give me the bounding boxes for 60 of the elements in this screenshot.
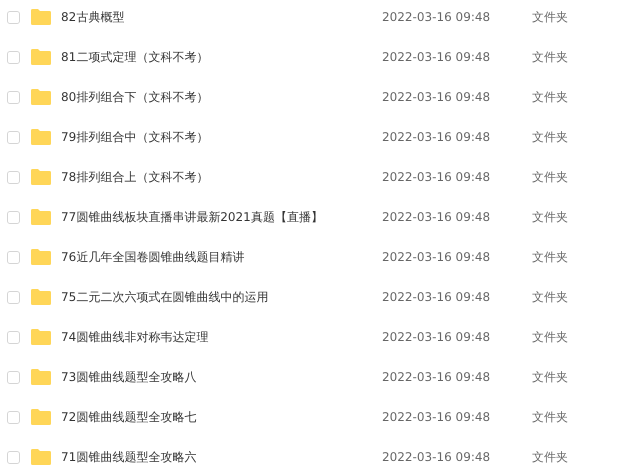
checkbox[interactable] <box>7 290 20 304</box>
checkbox[interactable] <box>7 10 20 24</box>
modified-date: 2022-03-16 09:48 <box>382 329 492 346</box>
file-name[interactable]: 71圆锥曲线题型全攻略六 <box>61 448 381 466</box>
modified-date: 2022-03-16 09:48 <box>382 209 492 226</box>
file-name[interactable]: 81二项式定理（文科不考） <box>61 48 381 66</box>
file-type: 文件夹 <box>532 329 568 346</box>
file-name[interactable]: 76近几年全国卷圆锥曲线题目精讲 <box>61 248 381 266</box>
folder-icon <box>31 409 51 425</box>
file-type: 文件夹 <box>532 209 568 226</box>
file-type: 文件夹 <box>532 249 568 266</box>
file-type: 文件夹 <box>532 129 568 146</box>
modified-date: 2022-03-16 09:48 <box>382 289 492 306</box>
file-name[interactable]: 80排列组合下（文科不考） <box>61 88 381 106</box>
folder-icon <box>31 209 51 225</box>
folder-icon <box>31 369 51 385</box>
folder-icon <box>31 49 51 65</box>
folder-icon <box>31 169 51 185</box>
modified-date: 2022-03-16 09:48 <box>382 9 492 26</box>
file-type: 文件夹 <box>532 449 568 466</box>
file-name[interactable]: 78排列组合上（文科不考） <box>61 168 381 186</box>
checkbox[interactable] <box>7 370 20 384</box>
folder-icon <box>31 9 51 25</box>
file-type: 文件夹 <box>532 289 568 306</box>
file-type: 文件夹 <box>532 89 568 106</box>
file-type: 文件夹 <box>532 49 568 66</box>
checkbox[interactable] <box>7 130 20 144</box>
file-type: 文件夹 <box>532 9 568 26</box>
file-name[interactable]: 72圆锥曲线题型全攻略七 <box>61 408 381 426</box>
checkbox[interactable] <box>7 410 20 424</box>
file-name[interactable]: 74圆锥曲线非对称韦达定理 <box>61 328 381 346</box>
modified-date: 2022-03-16 09:48 <box>382 169 492 186</box>
file-type: 文件夹 <box>532 369 568 386</box>
modified-date: 2022-03-16 09:48 <box>382 449 492 466</box>
modified-date: 2022-03-16 09:48 <box>382 369 492 386</box>
modified-date: 2022-03-16 09:48 <box>382 49 492 66</box>
checkbox[interactable] <box>7 210 20 224</box>
modified-date: 2022-03-16 09:48 <box>382 129 492 146</box>
checkbox[interactable] <box>7 170 20 184</box>
checkbox[interactable] <box>7 90 20 104</box>
folder-icon <box>31 449 51 465</box>
folder-icon <box>31 249 51 265</box>
file-name[interactable]: 79排列组合中（文科不考） <box>61 128 381 146</box>
checkbox[interactable] <box>7 450 20 464</box>
file-type: 文件夹 <box>532 169 568 186</box>
folder-icon <box>31 129 51 145</box>
modified-date: 2022-03-16 09:48 <box>382 409 492 426</box>
file-name[interactable]: 82古典概型 <box>61 8 381 26</box>
modified-date: 2022-03-16 09:48 <box>382 89 492 106</box>
modified-date: 2022-03-16 09:48 <box>382 249 492 266</box>
folder-icon <box>31 89 51 105</box>
checkbox[interactable] <box>7 330 20 344</box>
file-name[interactable]: 75二元二次六项式在圆锥曲线中的运用 <box>61 288 381 306</box>
file-name[interactable]: 77圆锥曲线板块直播串讲最新2021真题【直播】 <box>61 208 381 226</box>
file-type: 文件夹 <box>532 409 568 426</box>
file-name[interactable]: 73圆锥曲线题型全攻略八 <box>61 368 381 386</box>
folder-icon <box>31 289 51 305</box>
checkbox[interactable] <box>7 250 20 264</box>
checkbox[interactable] <box>7 50 20 64</box>
folder-icon <box>31 329 51 345</box>
